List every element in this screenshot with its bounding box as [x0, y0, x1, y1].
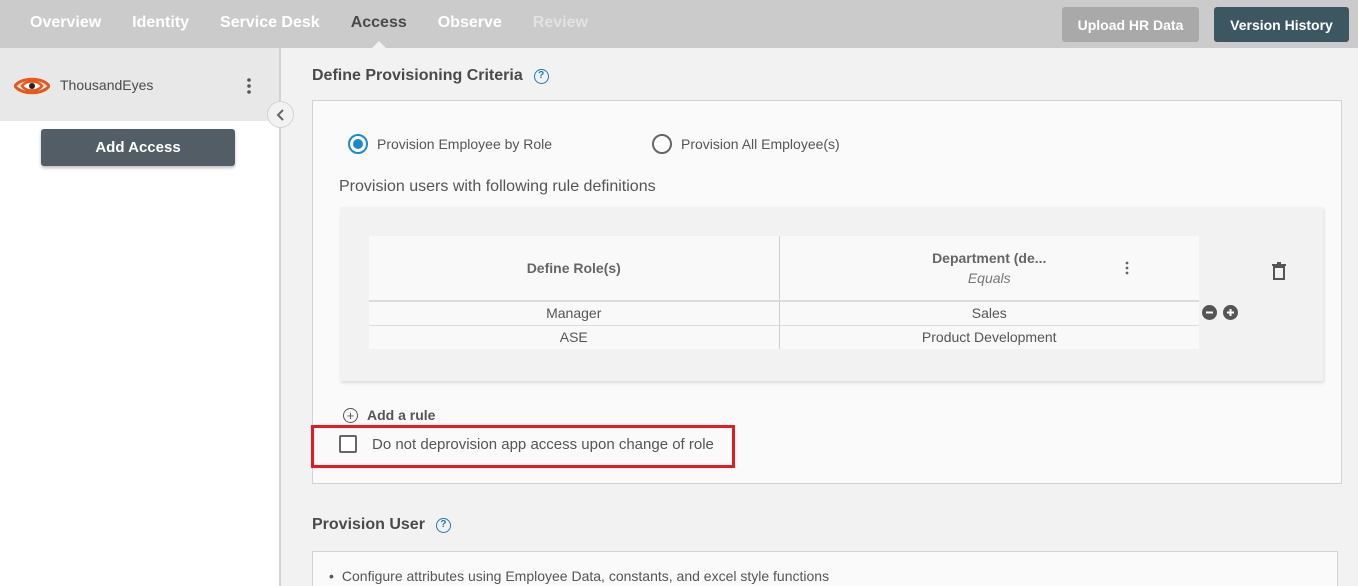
remove-row-button[interactable] — [1202, 305, 1217, 320]
table-cell[interactable]: Manager — [369, 301, 780, 326]
add-rule-button[interactable]: + Add a rule — [343, 407, 435, 423]
upload-hr-data-button[interactable]: Upload HR Data — [1062, 7, 1199, 42]
nav-tab-observe[interactable]: Observe — [438, 0, 502, 48]
help-icon[interactable]: ? — [435, 517, 451, 533]
column-header-label: Define Role(s) — [526, 260, 621, 276]
table-cell[interactable]: Sales — [779, 301, 1199, 326]
add-access-button[interactable]: Add Access — [41, 129, 235, 166]
radio-label: Provision Employee by Role — [377, 136, 553, 152]
trash-icon[interactable] — [1272, 262, 1286, 280]
deprovision-checkbox-row[interactable]: Do not deprovision app access upon chang… — [339, 435, 714, 453]
provision-user-title: Provision User — [312, 516, 425, 533]
nav-tab-identity[interactable]: Identity — [132, 0, 189, 48]
app-name: ThousandEyes — [60, 77, 154, 93]
column-operator: Equals — [967, 270, 1011, 286]
more-vertical-icon[interactable] — [243, 76, 255, 96]
column-header-role: Define Role(s) — [369, 236, 780, 302]
sidebar: ThousandEyes Add Access — [0, 48, 281, 586]
add-rule-label: Add a rule — [367, 407, 436, 423]
collapse-sidebar-button[interactable] — [267, 101, 294, 128]
rules-table: Define Role(s) Department (de... Equals … — [369, 236, 1199, 349]
version-history-button[interactable]: Version History — [1214, 7, 1349, 42]
radio-button-checked[interactable] — [348, 134, 368, 154]
table-row: Manager Sales — [369, 301, 1199, 326]
column-header-label: Department (de... — [932, 250, 1047, 266]
deprovision-checkbox[interactable] — [339, 435, 357, 453]
column-header-department: Department (de... Equals — [779, 236, 1199, 302]
nav-tab-service-desk[interactable]: Service Desk — [220, 0, 320, 48]
nav-tab-review: Review — [532, 14, 588, 31]
radio-button-unchecked[interactable] — [652, 134, 672, 154]
row-actions — [1202, 305, 1238, 320]
eye-icon — [14, 77, 50, 95]
table-header-row: Define Role(s) Department (de... Equals — [369, 236, 1199, 302]
plus-circle-icon: + — [343, 407, 358, 423]
radio-provision-by-role[interactable]: Provision Employee by Role — [348, 134, 552, 154]
plus-icon — [1227, 309, 1234, 316]
criteria-title: Define Provisioning Criteria — [312, 67, 523, 84]
more-vertical-icon[interactable] — [1123, 260, 1131, 276]
table-cell[interactable]: Product Development — [779, 325, 1199, 349]
app-list-item[interactable]: ThousandEyes — [0, 48, 279, 121]
nav-tab-access[interactable]: Access — [351, 0, 407, 48]
radio-label: Provision All Employee(s) — [681, 136, 840, 152]
rule-card: Define Role(s) Department (de... Equals … — [340, 207, 1323, 381]
table-cell[interactable]: ASE — [369, 325, 780, 349]
radio-provision-all[interactable]: Provision All Employee(s) — [652, 134, 840, 154]
section-title-provision-user: Provision User ? — [312, 516, 451, 534]
info-bullet: Configure attributes using Employee Data… — [329, 568, 829, 584]
table-row: ASE Product Development — [369, 325, 1199, 349]
chevron-left-icon — [276, 108, 284, 121]
provision-user-panel: Configure attributes using Employee Data… — [312, 551, 1338, 586]
add-row-button[interactable] — [1223, 305, 1238, 320]
help-icon[interactable]: ? — [533, 68, 549, 84]
minus-icon — [1206, 311, 1213, 314]
main-nav: Overview Identity Service Desk Access Ob… — [30, 0, 619, 48]
section-title-criteria: Define Provisioning Criteria ? — [312, 67, 549, 85]
rules-caption: Provision users with following rule defi… — [339, 178, 656, 195]
checkbox-label: Do not deprovision app access upon chang… — [372, 435, 714, 453]
top-nav-bar: Overview Identity Service Desk Access Ob… — [0, 0, 1358, 48]
nav-tab-overview[interactable]: Overview — [30, 0, 101, 48]
